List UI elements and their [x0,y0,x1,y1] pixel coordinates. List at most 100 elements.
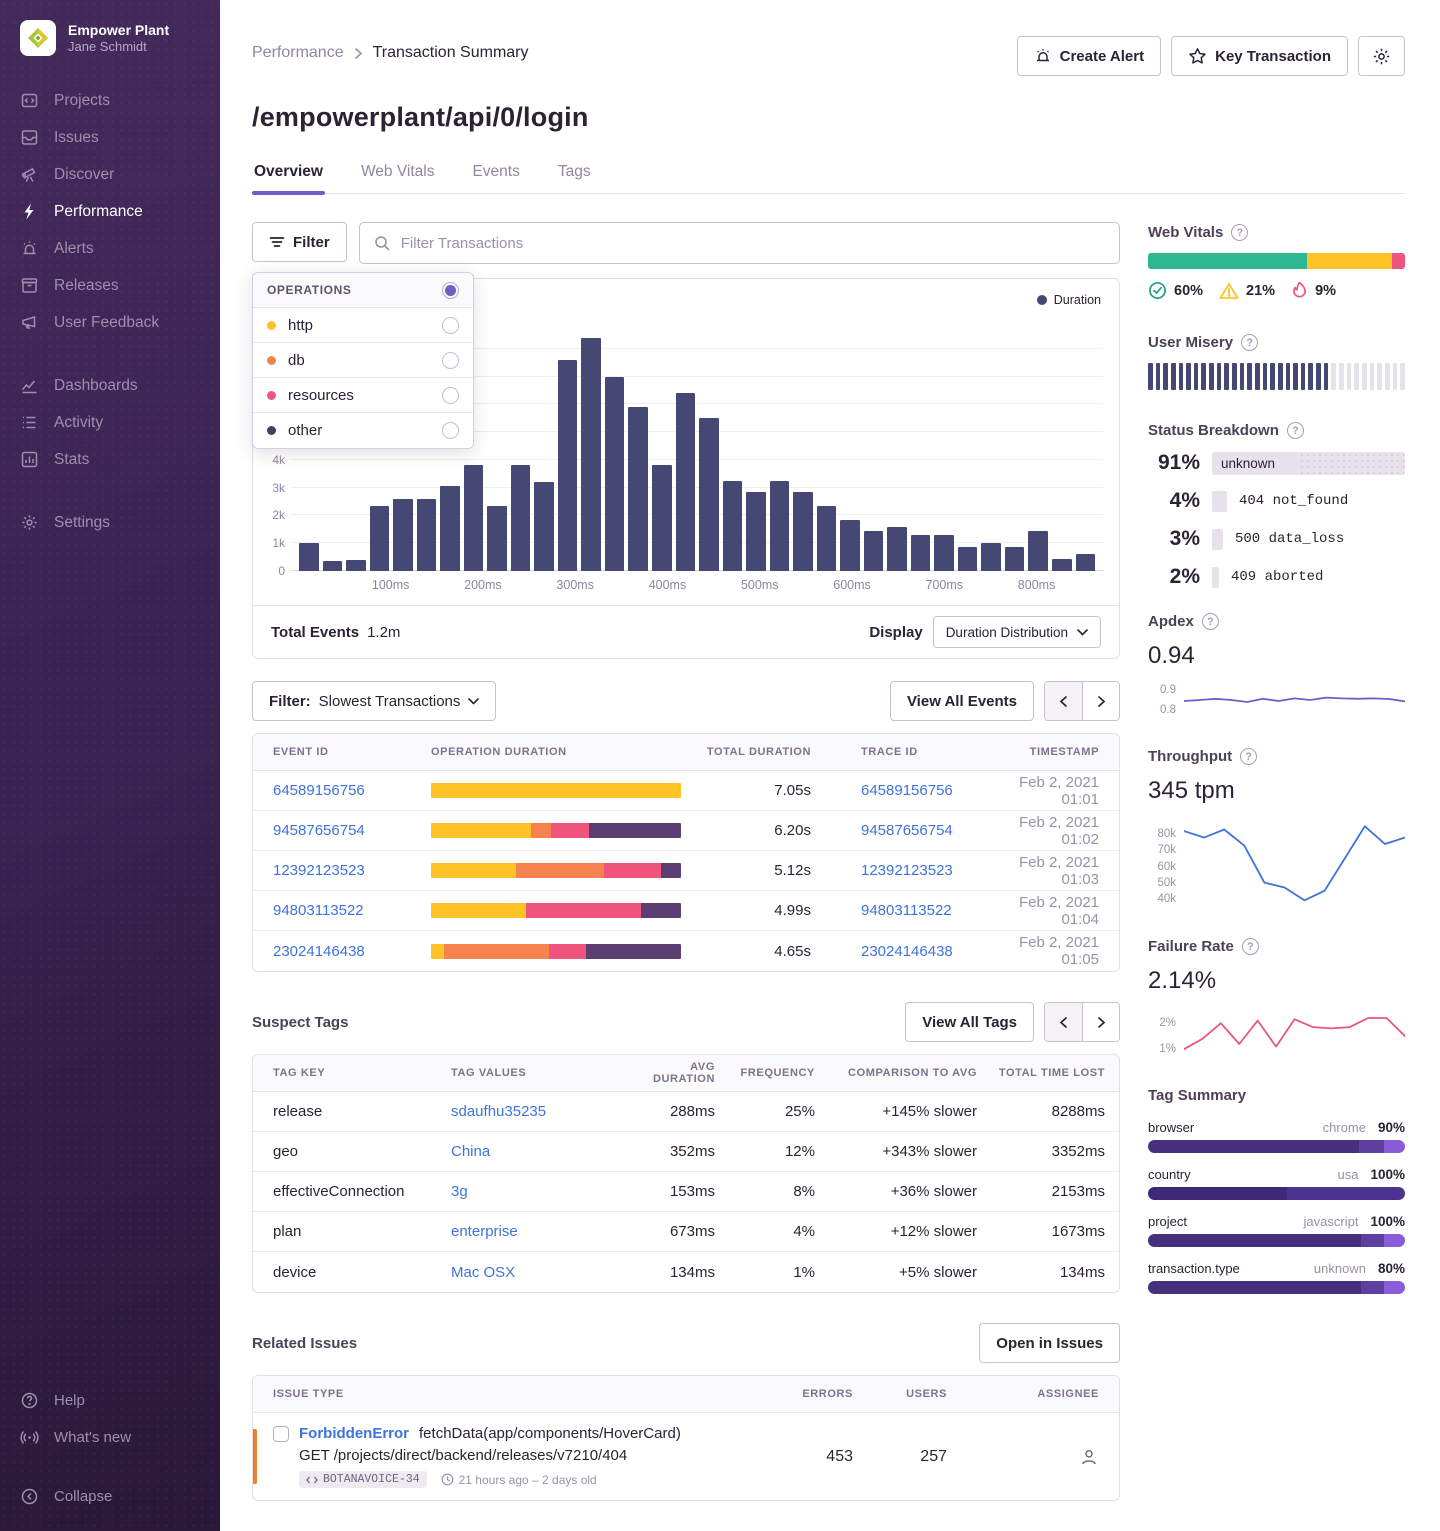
tab-overview[interactable]: Overview [252,157,325,193]
histogram-bar[interactable] [417,499,437,571]
histogram-bar[interactable] [487,506,507,571]
help-circle-icon[interactable]: ? [1202,613,1219,630]
histogram-bar[interactable] [628,407,648,571]
event-id-link[interactable]: 12392123523 [273,862,431,879]
help-circle-icon[interactable]: ? [1242,938,1259,955]
trace-id-link[interactable]: 12392123523 [811,862,1001,879]
histogram-bar[interactable] [981,543,1001,571]
histogram-bar[interactable] [676,393,696,571]
histogram-bar[interactable] [840,520,860,571]
radio-unselected-icon[interactable] [442,317,459,334]
histogram-bar[interactable] [370,506,390,571]
sidebar-item-activity[interactable]: Activity [0,404,220,441]
sidebar-item-releases[interactable]: Releases [0,267,220,304]
histogram-bar[interactable] [793,492,813,571]
tag-value-link[interactable]: 3g [451,1183,633,1200]
histogram-bar[interactable] [464,465,484,571]
event-id-link[interactable]: 64589156756 [273,782,431,799]
sidebar-item-issues[interactable]: Issues [0,119,220,156]
sidebar-item-projects[interactable]: Projects [0,82,220,119]
org-switcher[interactable]: Empower Plant Jane Schmidt [0,0,220,82]
histogram-bar[interactable] [958,547,978,571]
tab-tags[interactable]: Tags [556,157,593,193]
histogram-bar[interactable] [393,499,413,571]
radio-selected-icon[interactable] [442,282,459,299]
histogram-bar[interactable] [770,481,790,571]
sidebar-item-stats[interactable]: Stats [0,441,220,478]
histogram-bar[interactable] [1052,559,1072,572]
previous-page-button[interactable] [1045,682,1082,720]
search-input[interactable] [401,235,1105,252]
histogram-bar[interactable] [911,535,931,571]
tags-previous-page-button[interactable] [1045,1003,1082,1041]
next-page-button[interactable] [1082,682,1119,720]
operation-option-resources[interactable]: resources [253,378,473,413]
histogram-bar[interactable] [1076,554,1096,571]
sidebar-item-user-feedback[interactable]: User Feedback [0,304,220,341]
histogram-bar[interactable] [558,360,578,571]
operation-option-db[interactable]: db [253,343,473,378]
histogram-bar[interactable] [1005,547,1025,571]
help-circle-icon[interactable]: ? [1240,748,1257,765]
transaction-settings-button[interactable] [1358,36,1405,76]
help-circle-icon[interactable]: ? [1241,334,1258,351]
histogram-bar[interactable] [699,418,719,571]
tab-web-vitals[interactable]: Web Vitals [359,157,437,193]
tab-events[interactable]: Events [470,157,521,193]
event-id-link[interactable]: 94587656754 [273,822,431,839]
sidebar-item-discover[interactable]: Discover [0,156,220,193]
create-alert-button[interactable]: Create Alert [1017,36,1161,76]
event-id-link[interactable]: 23024146438 [273,943,431,960]
histogram-bar[interactable] [817,506,837,571]
trace-id-link[interactable]: 64589156756 [811,782,1001,799]
radio-unselected-icon[interactable] [442,352,459,369]
histogram-bar[interactable] [299,543,319,571]
histogram-bar[interactable] [746,492,766,571]
histogram-bar[interactable] [1028,531,1048,571]
histogram-bar[interactable] [887,527,907,571]
display-select[interactable]: Duration Distribution [933,616,1101,648]
radio-unselected-icon[interactable] [442,387,459,404]
filter-button[interactable]: Filter [252,222,347,262]
histogram-bar[interactable] [346,560,366,571]
sidebar-item-what-s-new[interactable]: What's new [0,1419,220,1456]
help-circle-icon[interactable]: ? [1287,422,1304,439]
sidebar-item-alerts[interactable]: Alerts [0,230,220,267]
histogram-bar[interactable] [511,465,531,571]
assignee-avatar-icon[interactable] [1079,1447,1099,1467]
slowest-transactions-filter[interactable]: Filter: Slowest Transactions [252,681,496,721]
event-id-link[interactable]: 94803113522 [273,902,431,919]
radio-unselected-icon[interactable] [442,422,459,439]
tag-value-link[interactable]: enterprise [451,1223,633,1240]
view-all-events-button[interactable]: View All Events [890,681,1034,721]
breadcrumb-performance[interactable]: Performance [252,44,344,62]
sidebar-item-performance[interactable]: Performance [0,193,220,230]
tag-value-link[interactable]: sdaufhu35235 [451,1103,633,1120]
histogram-bar[interactable] [581,338,601,571]
operations-dropdown-header[interactable]: OPERATIONS [253,273,473,308]
sidebar-item-help[interactable]: Help [0,1382,220,1419]
histogram-bar[interactable] [934,535,954,571]
trace-id-link[interactable]: 23024146438 [811,943,1001,960]
issue-type-link[interactable]: ForbiddenError [299,1425,409,1442]
sidebar-item-collapse[interactable]: Collapse [0,1478,220,1515]
histogram-bar[interactable] [440,486,460,571]
operation-option-other[interactable]: other [253,413,473,448]
help-circle-icon[interactable]: ? [1231,224,1248,241]
histogram-bar[interactable] [534,482,554,571]
histogram-bar[interactable] [605,377,625,571]
project-badge[interactable]: BOTANAVOICE-34 [299,1471,427,1488]
trace-id-link[interactable]: 94803113522 [811,902,1001,919]
tag-value-link[interactable]: Mac OSX [451,1264,633,1281]
tag-value-link[interactable]: China [451,1143,633,1160]
issue-checkbox[interactable] [273,1426,289,1442]
trace-id-link[interactable]: 94587656754 [811,822,1001,839]
tags-next-page-button[interactable] [1082,1003,1119,1041]
histogram-bar[interactable] [723,481,743,571]
operation-option-http[interactable]: http [253,308,473,343]
histogram-bar[interactable] [652,465,672,571]
chart-legend[interactable]: Duration [1037,293,1101,307]
sidebar-item-dashboards[interactable]: Dashboards [0,367,220,404]
key-transaction-button[interactable]: Key Transaction [1171,36,1348,76]
view-all-tags-button[interactable]: View All Tags [905,1002,1034,1042]
